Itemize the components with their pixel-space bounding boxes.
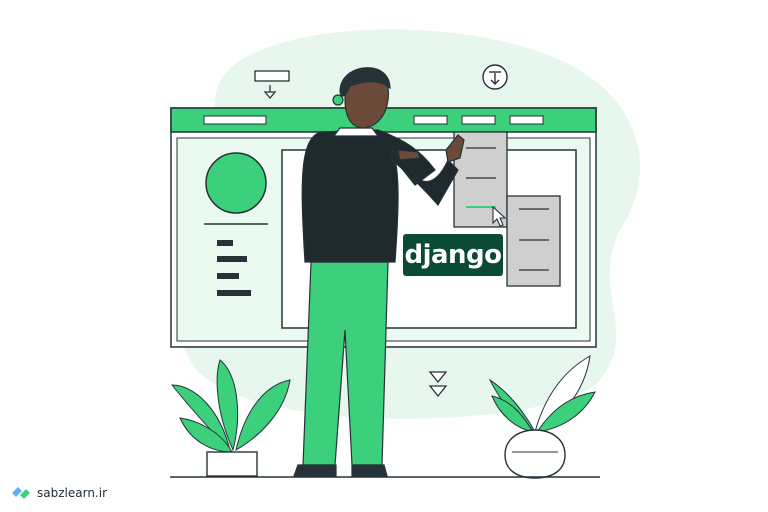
bar-4: [217, 290, 251, 296]
bar-1: [217, 240, 233, 246]
submenu: [506, 195, 561, 287]
nav-item-2: [461, 115, 496, 125]
brand-name: sabzlearn.ir: [37, 486, 108, 500]
nav-item-3: [509, 115, 544, 125]
sabzlearn-logo-icon: [12, 487, 30, 499]
bar-2: [217, 256, 247, 262]
brand-watermark: sabzlearn.ir: [10, 484, 107, 502]
address-bar: [203, 115, 267, 125]
download-circle-icon: [482, 64, 508, 90]
django-logo: django: [403, 234, 503, 276]
django-logo-text: django: [404, 240, 502, 270]
nav-item-1: [413, 115, 448, 125]
illustration: [170, 29, 641, 479]
profile-avatar: [205, 152, 267, 214]
bar-3: [217, 273, 239, 279]
